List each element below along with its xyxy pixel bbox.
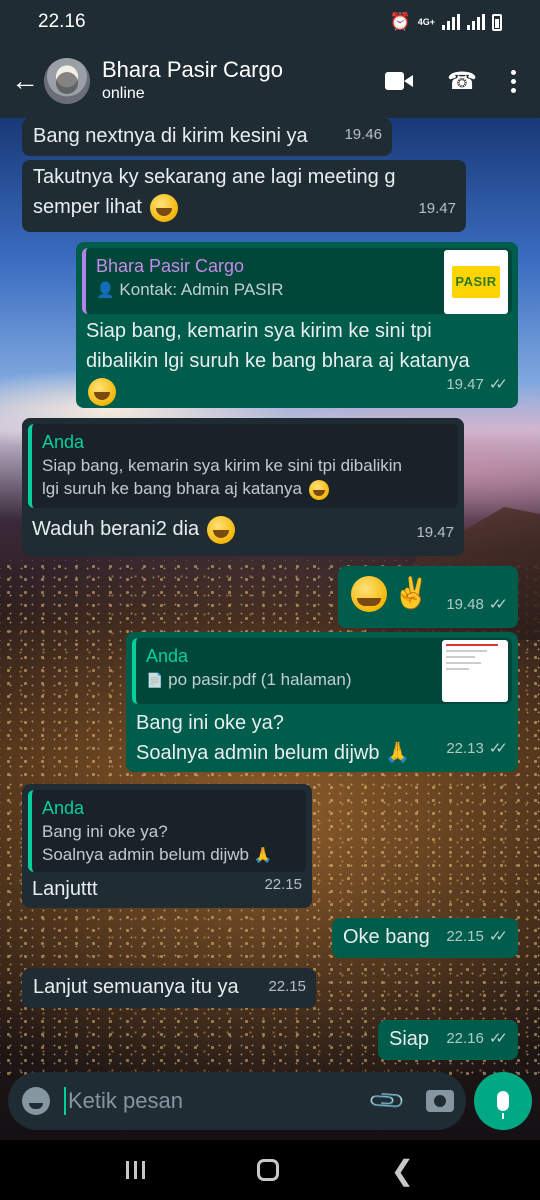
back-arrow-icon[interactable]: ← <box>8 65 42 97</box>
message-time: 22.15 <box>446 928 484 945</box>
message-outgoing[interactable]: ✌ 19.48 ✓✓ <box>338 566 518 628</box>
message-incoming[interactable]: Anda Bang ini oke ya? Soalnya admin belu… <box>22 784 312 908</box>
message-incoming[interactable]: Lanjut semuanya itu ya 22.15 <box>22 968 316 1008</box>
quote-text-line: Siap bang, kemarin sya kirim ke sini tpi… <box>42 456 402 475</box>
message-text: Oke bang <box>343 926 430 948</box>
message-incoming[interactable]: Bang nextnya di kirim kesini ya 19.46 <box>22 118 392 156</box>
message-text: Siap <box>389 1028 430 1050</box>
signal-icon-2 <box>467 14 485 30</box>
back-chevron-icon[interactable]: ❮ <box>391 1154 414 1187</box>
quoted-message[interactable]: Anda Bang ini oke ya? Soalnya admin belu… <box>28 790 306 872</box>
folded-hands-emoji-icon: 🙏 <box>385 742 410 764</box>
read-ticks-icon: ✓✓ <box>488 376 508 393</box>
message-text: Waduh berani2 dia <box>32 518 200 540</box>
quote-text-line: Soalnya admin belum dijwb <box>42 845 249 864</box>
signal-icon <box>442 14 460 30</box>
contact-icon: 👤 <box>96 282 115 299</box>
read-ticks-icon: ✓✓ <box>488 928 508 945</box>
message-input[interactable] <box>68 1088 372 1114</box>
message-text-line: Soalnya admin belum dijwb <box>136 742 380 764</box>
avatar[interactable] <box>44 58 90 104</box>
quote-author: Anda <box>42 798 85 818</box>
message-outgoing[interactable]: Bhara Pasir Cargo 👤 Kontak: Admin PASIR … <box>76 242 518 408</box>
message-text-line: semper lihat <box>33 196 142 218</box>
chat-status: online <box>102 85 145 102</box>
read-ticks-icon: ✓✓ <box>488 1030 508 1047</box>
folded-hands-emoji-icon: 🙏 <box>253 847 273 864</box>
grin-emoji-icon <box>88 377 116 406</box>
message-time: 19.46 <box>344 126 382 143</box>
pdf-thumbnail <box>442 640 508 702</box>
home-icon[interactable] <box>256 1159 279 1181</box>
message-outgoing[interactable]: Siap 22.16 ✓✓ <box>378 1020 518 1060</box>
read-ticks-icon: ✓✓ <box>488 596 508 613</box>
message-text-line: Siap bang, kemarin sya kirim ke sini tpi <box>86 320 432 342</box>
quote-text-line: lgi suruh ke bang bhara aj katanya <box>42 479 302 498</box>
message-text: Bang nextnya di kirim kesini ya <box>33 125 308 147</box>
chat-title-box[interactable]: Bhara Pasir Cargo online <box>102 57 385 105</box>
chat-title: Bhara Pasir Cargo <box>102 57 283 82</box>
emoji-picker-icon[interactable] <box>22 1087 50 1115</box>
status-bar: 22.16 ⏰ 4G+ <box>0 0 540 44</box>
quote-text-line: Bang ini oke ya? <box>42 822 168 841</box>
system-nav-bar: ❮ <box>0 1140 540 1200</box>
quote-text: Kontak: Admin PASIR <box>119 280 284 299</box>
victory-hand-emoji-icon: ✌ <box>392 577 430 610</box>
microphone-icon <box>497 1091 509 1119</box>
recent-apps-icon[interactable] <box>125 1161 145 1179</box>
message-composer: 📎 <box>8 1072 466 1130</box>
alarm-icon: ⏰ <box>389 12 411 31</box>
quote-author: Bhara Pasir Cargo <box>96 256 245 276</box>
text-caret <box>64 1087 66 1115</box>
video-call-icon[interactable] <box>385 72 414 90</box>
camera-icon[interactable] <box>426 1090 454 1112</box>
message-text: Lanjut semuanya itu ya <box>33 976 239 998</box>
message-time: 22.15 <box>268 978 306 995</box>
message-time: 19.47 <box>418 200 456 217</box>
quoted-message[interactable]: Bhara Pasir Cargo 👤 Kontak: Admin PASIR … <box>82 248 512 314</box>
pasir-logo: PASIR <box>452 266 500 298</box>
message-incoming[interactable]: Takutnya ky sekarang ane lagi meeting g … <box>22 160 466 232</box>
read-ticks-icon: ✓✓ <box>488 740 508 757</box>
grin-emoji-icon <box>308 479 329 500</box>
quoted-message[interactable]: Anda 📄 po pasir.pdf (1 halaman) <box>132 638 512 704</box>
status-icons: ⏰ 4G+ <box>390 12 502 32</box>
quoted-message[interactable]: Anda Siap bang, kemarin sya kirim ke sin… <box>28 424 458 508</box>
message-time: 22.16 <box>446 1030 484 1047</box>
attach-paperclip-icon[interactable]: 📎 <box>366 1080 408 1122</box>
message-time: 22.15 <box>264 876 302 893</box>
message-text-line: dibalikin lgi suruh ke bang bhara aj kat… <box>86 350 470 372</box>
laughing-emoji-icon <box>351 576 387 612</box>
quote-author: Anda <box>42 432 85 452</box>
network-type: 4G+ <box>417 16 435 27</box>
document-icon: 📄 <box>146 672 164 688</box>
battery-icon <box>492 13 502 31</box>
grin-sweat-emoji-icon <box>149 193 178 222</box>
message-time: 19.47 <box>416 524 454 541</box>
message-text-line: Takutnya ky sekarang ane lagi meeting g <box>33 166 396 188</box>
voice-record-button[interactable] <box>474 1072 532 1130</box>
status-time: 22.16 <box>38 11 86 32</box>
chat-header: ← Bhara Pasir Cargo online ☎ <box>0 44 540 118</box>
menu-dots-icon[interactable] <box>511 69 516 93</box>
message-outgoing[interactable]: Anda 📄 po pasir.pdf (1 halaman) Bang ini… <box>126 632 518 772</box>
message-outgoing[interactable]: Oke bang 22.15 ✓✓ <box>332 918 518 958</box>
quote-text: po pasir.pdf (1 halaman) <box>168 670 352 689</box>
message-time: 19.47 <box>446 376 484 393</box>
pasir-logo-thumbnail: PASIR <box>444 250 508 314</box>
message-time: 22.13 <box>446 740 484 757</box>
message-incoming[interactable]: Anda Siap bang, kemarin sya kirim ke sin… <box>22 418 464 556</box>
rolling-laugh-emoji-icon <box>206 515 235 544</box>
phone-icon[interactable]: ☎ <box>447 67 477 96</box>
message-time: 19.48 <box>446 596 484 613</box>
